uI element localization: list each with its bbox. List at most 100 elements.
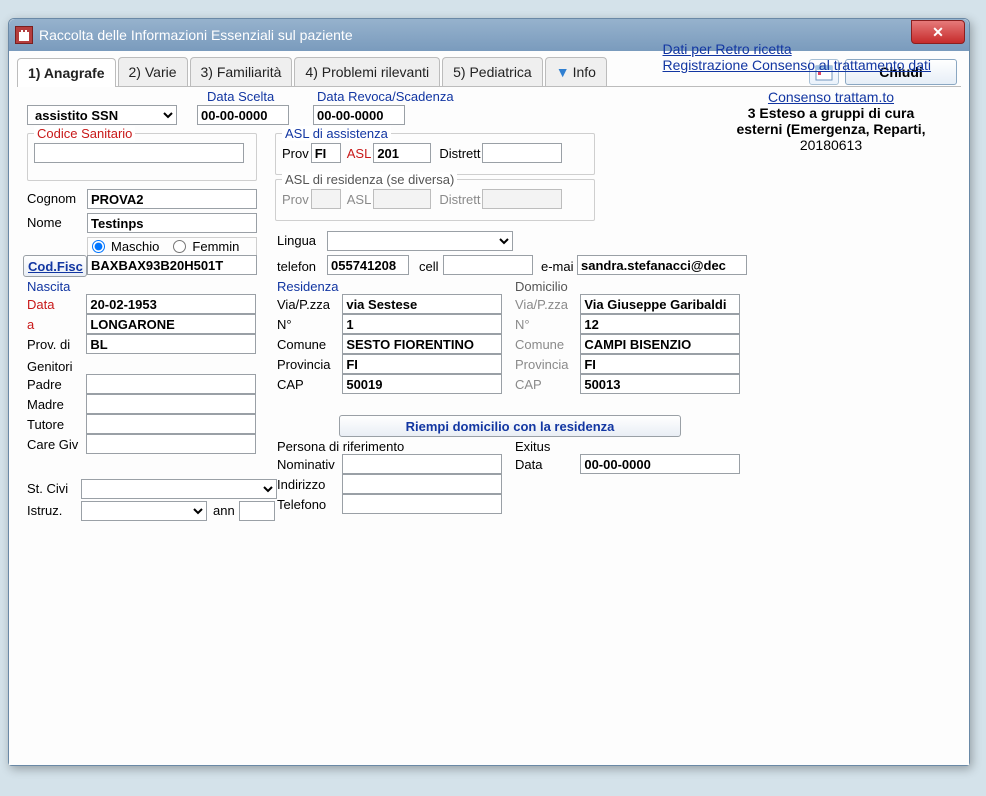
- res-cap-input[interactable]: [342, 374, 502, 394]
- dom-prov-label: Provincia: [515, 357, 577, 372]
- cell-input[interactable]: [443, 255, 533, 275]
- istruz-anni-label: ann: [213, 503, 235, 518]
- nascita-prov-input[interactable]: [86, 334, 256, 354]
- data-scelta-input[interactable]: [197, 105, 289, 125]
- nascita-group: Nascita Data a Prov. di: [27, 279, 267, 354]
- tab-pediatrica[interactable]: 5) Pediatrica: [442, 57, 543, 86]
- dom-comune-input[interactable]: [580, 334, 740, 354]
- exitus-data-input[interactable]: [580, 454, 740, 474]
- telefono-input[interactable]: [327, 255, 409, 275]
- dom-cap-input[interactable]: [580, 374, 740, 394]
- client-area: 1) Anagrafe 2) Varie 3) Familiarità 4) P…: [9, 51, 969, 765]
- tab-familiarita[interactable]: 3) Familiarità: [190, 57, 293, 86]
- nascita-label: Nascita: [27, 279, 70, 294]
- asl-ass-distr-label: Distrett: [439, 146, 480, 161]
- asl-ass-prov-label: Prov: [282, 146, 309, 161]
- caregiver-input[interactable]: [86, 434, 256, 454]
- codice-sanitario-label: Codice Sanitario: [34, 126, 135, 141]
- tutore-input[interactable]: [86, 414, 256, 434]
- res-comune-input[interactable]: [342, 334, 502, 354]
- registrazione-consenso-link[interactable]: Registrazione Consenso al trattamento da…: [663, 57, 931, 73]
- nome-input[interactable]: [87, 213, 257, 233]
- rif-tel-label: Telefono: [277, 497, 339, 512]
- sex-femmina-label: Femmin: [192, 239, 239, 254]
- consenso-block: Consenso trattam.to 3 Esteso a gruppi di…: [731, 135, 931, 199]
- tab-varie[interactable]: 2) Varie: [118, 57, 188, 86]
- nascita-a-label: a: [27, 317, 83, 332]
- asl-ass-distr-input[interactable]: [482, 143, 562, 163]
- rif-tel-input[interactable]: [342, 494, 502, 514]
- sex-maschio-radio[interactable]: [92, 240, 105, 253]
- tab-info[interactable]: ▼Info: [545, 57, 607, 86]
- asl-assistenza-label: ASL di assistenza: [282, 126, 391, 141]
- nascita-data-input[interactable]: [86, 294, 256, 314]
- window-title: Raccolta delle Informazioni Essenziali s…: [39, 27, 353, 43]
- asl-res-distr-input[interactable]: [482, 189, 562, 209]
- nascita-data-label: Data: [27, 297, 83, 312]
- asl-ass-prov-input[interactable]: [311, 143, 341, 163]
- rif-ind-input[interactable]: [342, 474, 502, 494]
- consenso-body: 3 Esteso a gruppi di cura esterni (Emerg…: [736, 105, 925, 137]
- tab-problemi[interactable]: 4) Problemi rilevanti: [294, 57, 440, 86]
- res-n-input[interactable]: [342, 314, 502, 334]
- padre-input[interactable]: [86, 374, 256, 394]
- genitori-group: Genitori Padre Madre Tutore Care Giv: [27, 359, 267, 454]
- dom-cap-label: CAP: [515, 377, 577, 392]
- dom-n-input[interactable]: [580, 314, 740, 334]
- data-revoca-input[interactable]: [313, 105, 405, 125]
- nascita-a-input[interactable]: [86, 314, 256, 334]
- asl-assistenza-group: ASL di assistenza Prov ASL Distrett: [275, 133, 595, 175]
- riempi-domicilio-button[interactable]: Riempi domicilio con la residenza: [339, 415, 681, 437]
- dom-comune-label: Comune: [515, 337, 577, 352]
- data-scelta-label: Data Scelta: [207, 89, 274, 104]
- asl-residenza-group: ASL di residenza (se diversa) Prov ASL D…: [275, 179, 595, 221]
- asl-res-asl-input[interactable]: [373, 189, 431, 209]
- retro-ricetta-link[interactable]: Dati per Retro ricetta: [663, 41, 792, 57]
- rif-nom-input[interactable]: [342, 454, 502, 474]
- nome-label: Nome: [27, 215, 62, 230]
- istruz-anni-input[interactable]: [239, 501, 275, 521]
- rif-ind-label: Indirizzo: [277, 477, 339, 492]
- assistito-select[interactable]: assistito SSN: [27, 105, 177, 125]
- exitus-group: Exitus Data: [515, 439, 751, 474]
- nascita-prov-label: Prov. di: [27, 337, 83, 352]
- dom-via-input[interactable]: [580, 294, 740, 314]
- lingua-select[interactable]: [327, 231, 513, 251]
- codfisc-input[interactable]: [87, 255, 257, 275]
- codice-sanitario-input[interactable]: [34, 143, 244, 163]
- asl-ass-asl-label: ASL: [347, 146, 372, 161]
- tab-anagrafe[interactable]: 1) Anagrafe: [17, 58, 116, 87]
- email-input[interactable]: [577, 255, 747, 275]
- riferimento-group: Persona di riferimento Nominativ Indiriz…: [277, 439, 513, 514]
- res-via-input[interactable]: [342, 294, 502, 314]
- asl-residenza-label: ASL di residenza (se diversa): [282, 172, 457, 187]
- residenza-label: Residenza: [277, 279, 338, 294]
- domicilio-label: Domicilio: [515, 279, 568, 294]
- asl-res-prov-input[interactable]: [311, 189, 341, 209]
- codfisc-button[interactable]: Cod.Fisc: [23, 255, 87, 277]
- asl-ass-asl-input[interactable]: [373, 143, 431, 163]
- istruz-label: Istruz.: [27, 503, 62, 518]
- istruz-select[interactable]: [81, 501, 207, 521]
- dom-n-label: N°: [515, 317, 577, 332]
- consenso-header: Consenso trattam.to: [768, 89, 894, 105]
- madre-input[interactable]: [86, 394, 256, 414]
- caregiver-label: Care Giv: [27, 437, 83, 452]
- stcivile-select[interactable]: [81, 479, 277, 499]
- res-prov-input[interactable]: [342, 354, 502, 374]
- cell-label: cell: [419, 259, 439, 274]
- dom-via-label: Via/P.zza: [515, 297, 577, 312]
- consenso-date: 20180613: [800, 137, 862, 153]
- cognome-input[interactable]: [87, 189, 257, 209]
- dom-prov-input[interactable]: [580, 354, 740, 374]
- domicilio-group: Domicilio Via/P.zza N° Comune Provincia …: [515, 279, 751, 394]
- dialog-window: Raccolta delle Informazioni Essenziali s…: [8, 18, 970, 766]
- riferimento-label: Persona di riferimento: [277, 439, 404, 454]
- sex-femmina-radio[interactable]: [173, 240, 186, 253]
- email-label: e-mai: [541, 259, 574, 274]
- app-castle-icon: [15, 26, 33, 44]
- telefono-label: telefon: [277, 259, 316, 274]
- sex-maschio-label: Maschio: [111, 239, 159, 254]
- tab-content: assistito SSN Data Scelta Data Revoca/Sc…: [17, 87, 961, 97]
- asl-res-prov-label: Prov: [282, 192, 309, 207]
